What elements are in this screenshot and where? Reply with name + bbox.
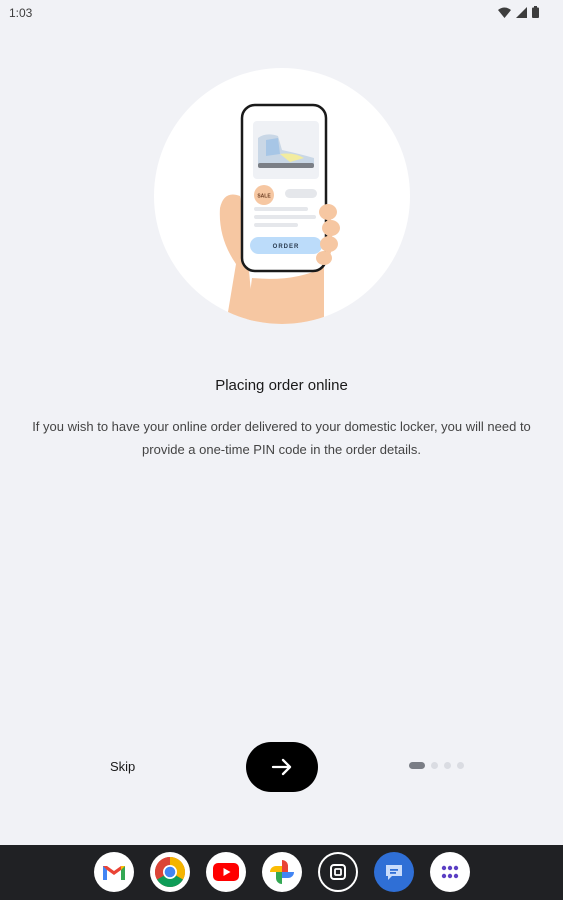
- onboarding-description: If you wish to have your online order de…: [32, 419, 531, 457]
- youtube-app[interactable]: [206, 852, 246, 892]
- photos-app[interactable]: [262, 852, 302, 892]
- phone-in-hand-illustration: SALE ORDER: [219, 103, 340, 324]
- app-drawer-icon: [441, 865, 459, 879]
- page-dot: [457, 762, 464, 769]
- chrome-icon: [154, 857, 186, 888]
- youtube-icon: [213, 863, 239, 881]
- onboarding-title: Placing order online: [215, 377, 348, 394]
- app-drawer-button[interactable]: [430, 852, 470, 892]
- status-icons: [498, 6, 539, 18]
- hero-illustration: SALE ORDER: [154, 68, 410, 324]
- gmail-icon: [103, 866, 125, 880]
- battery-icon: [532, 6, 539, 18]
- messages-app[interactable]: [374, 852, 414, 892]
- page-dot: [444, 762, 451, 769]
- sale-badge-text: SALE: [257, 194, 271, 200]
- screenshot-app[interactable]: [318, 852, 358, 892]
- signal-icon: [516, 6, 527, 18]
- chrome-app[interactable]: [150, 852, 190, 892]
- page-indicator: [409, 762, 464, 769]
- next-button[interactable]: [246, 742, 318, 792]
- messages-icon: [386, 865, 402, 880]
- gmail-app[interactable]: [94, 852, 134, 892]
- status-bar: 1:03: [0, 0, 563, 26]
- photos-icon: [270, 860, 294, 884]
- page-dot-active: [409, 762, 425, 769]
- arrow-right-icon: [271, 758, 292, 776]
- page-dot: [431, 762, 438, 769]
- skip-button[interactable]: Skip: [110, 759, 135, 774]
- status-time: 1:03: [9, 6, 33, 20]
- screenshot-icon: [330, 864, 346, 880]
- app-dock: [0, 845, 563, 900]
- wifi-icon: [498, 7, 511, 18]
- order-button-text: ORDER: [273, 244, 300, 250]
